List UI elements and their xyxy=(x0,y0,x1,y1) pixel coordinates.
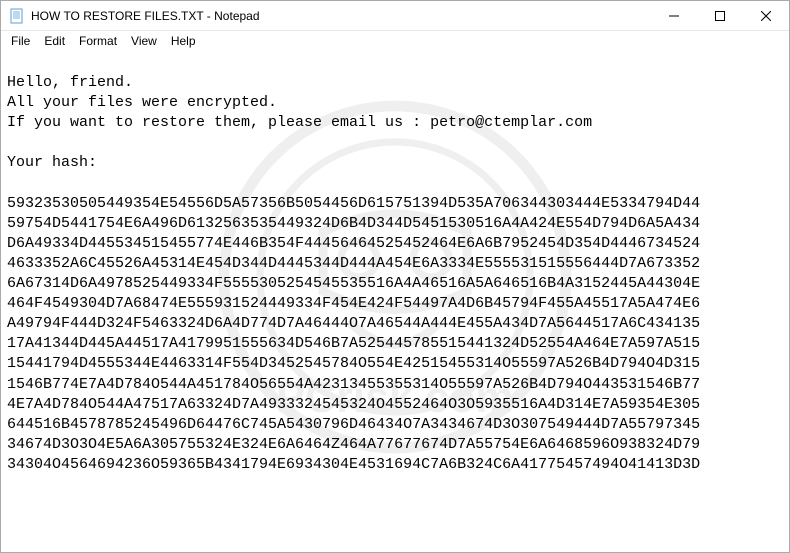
menu-help[interactable]: Help xyxy=(165,33,202,49)
text-area[interactable]: Hello, friend. All your files were encry… xyxy=(1,51,789,497)
window-title: HOW TO RESTORE FILES.TXT - Notepad xyxy=(31,9,651,23)
content-line: If you want to restore them, please emai… xyxy=(7,114,592,131)
menubar: File Edit Format View Help xyxy=(1,31,789,51)
maximize-button[interactable] xyxy=(697,1,743,30)
notepad-icon xyxy=(9,8,25,24)
content-line: Hello, friend. xyxy=(7,74,133,91)
close-button[interactable] xyxy=(743,1,789,30)
menu-format[interactable]: Format xyxy=(73,33,123,49)
menu-file[interactable]: File xyxy=(5,33,36,49)
menu-edit[interactable]: Edit xyxy=(38,33,71,49)
window-controls xyxy=(651,1,789,30)
titlebar: HOW TO RESTORE FILES.TXT - Notepad xyxy=(1,1,789,31)
menu-view[interactable]: View xyxy=(125,33,163,49)
content-line: All your files were encrypted. xyxy=(7,94,277,111)
hash-block: 59323530505449354E54556D5A57356B5054456D… xyxy=(7,194,707,475)
minimize-button[interactable] xyxy=(651,1,697,30)
content-line: Your hash: xyxy=(7,154,97,171)
